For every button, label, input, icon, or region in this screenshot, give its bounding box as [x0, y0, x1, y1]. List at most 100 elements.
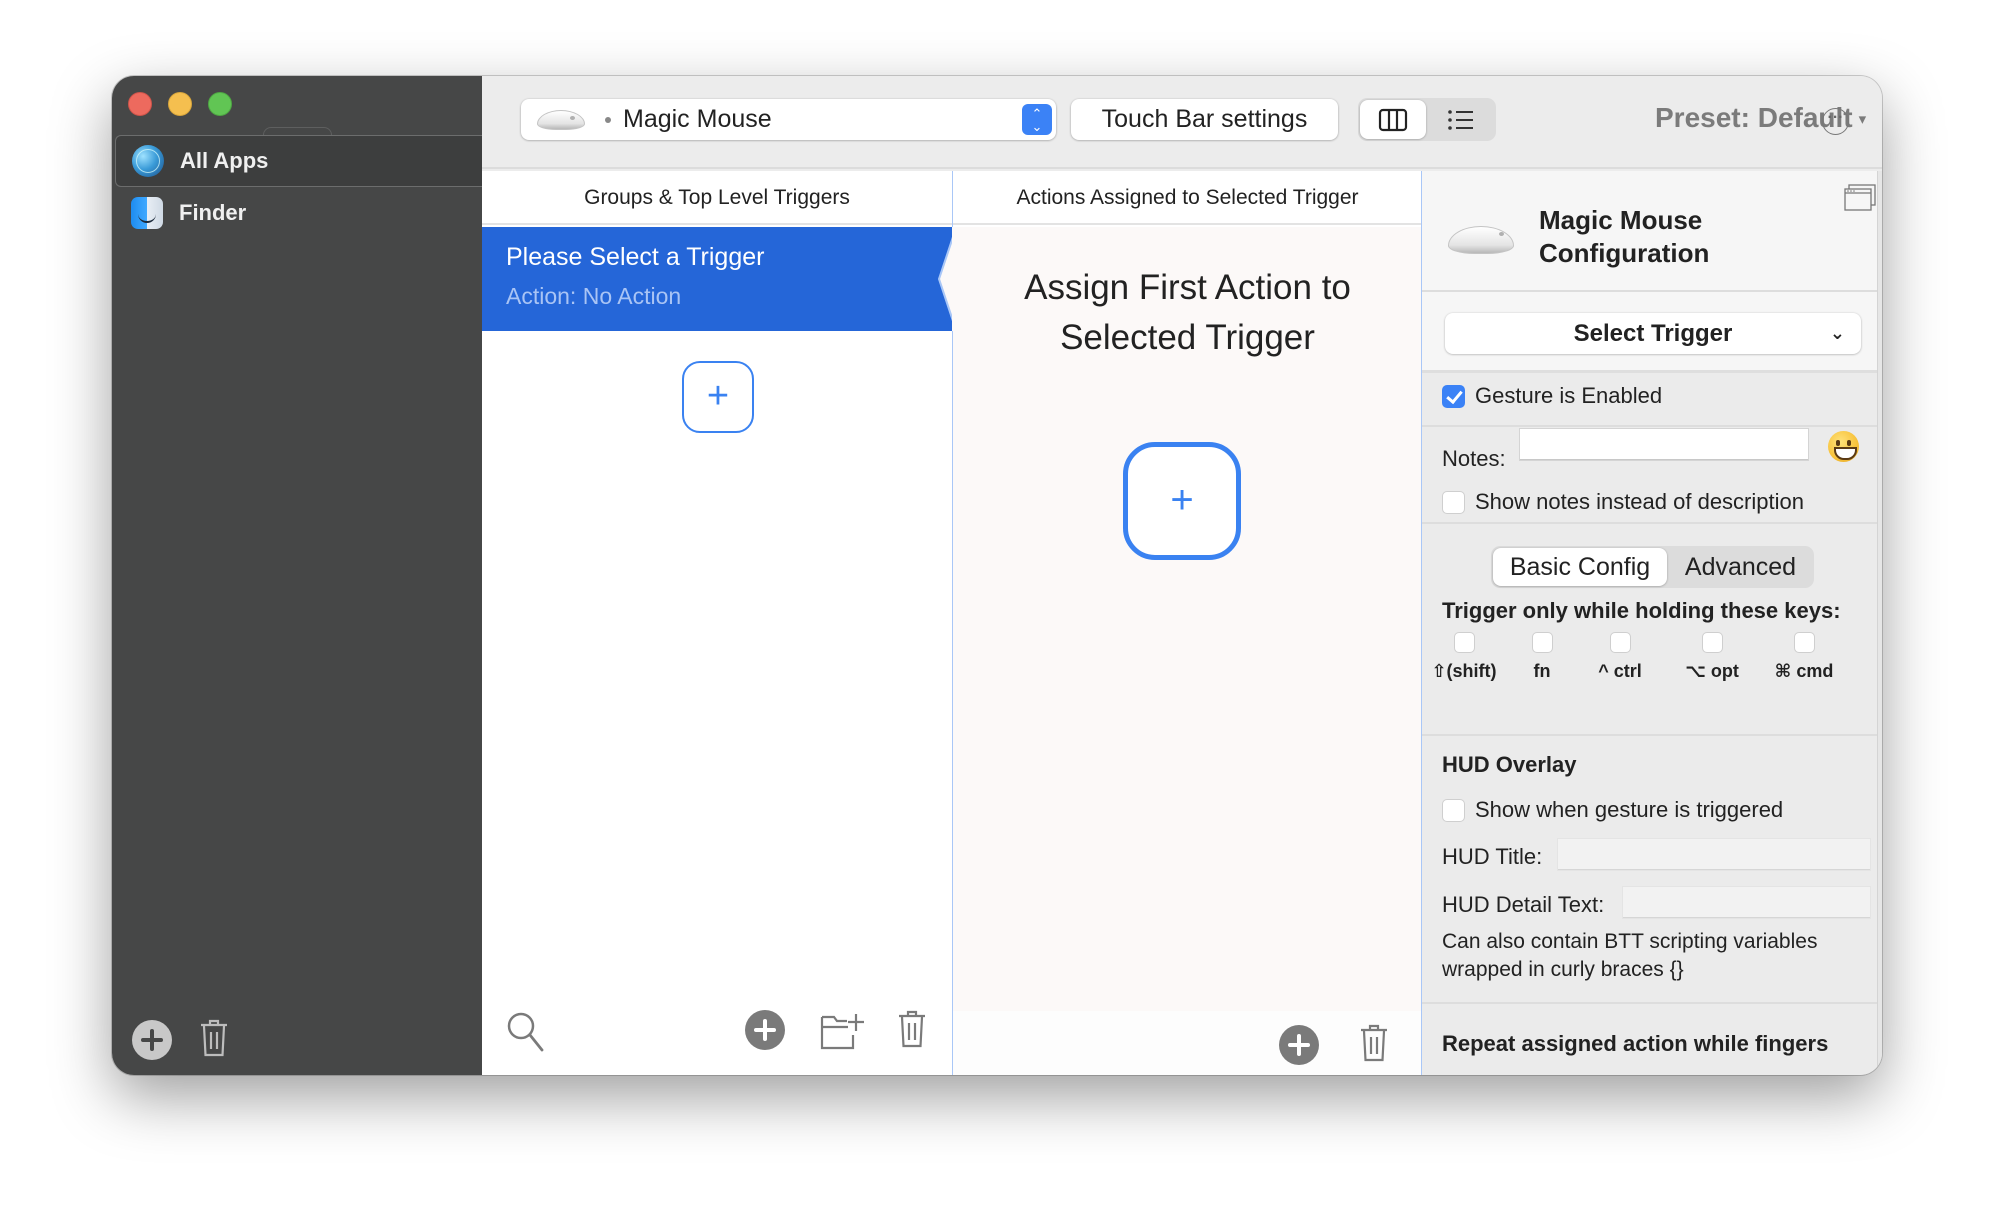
assign-first-action-button[interactable]: + — [1123, 442, 1241, 560]
triggers-column-header: Groups & Top Level Triggers — [482, 171, 952, 225]
gesture-enabled-checkbox[interactable]: Gesture is Enabled — [1442, 383, 1662, 409]
search-icon — [507, 1012, 544, 1052]
delete-trigger-button[interactable] — [897, 1009, 927, 1049]
panel-scrollbar[interactable] — [1877, 171, 1882, 1075]
trigger-list-panel: Groups & Top Level Triggers Please Selec… — [482, 171, 952, 1075]
checkbox-checked[interactable] — [1442, 384, 1465, 408]
modifier-label: ^ ctrl — [1598, 661, 1642, 681]
modifier-label: ⌘ cmd — [1774, 661, 1834, 681]
hud-show-checkbox[interactable]: Show when gesture is triggered — [1442, 797, 1783, 823]
caret-down-icon: ▾ — [1858, 111, 1867, 128]
hud-overlay-heading: HUD Overlay — [1442, 752, 1577, 777]
hud-help-text: Can also contain BTT scripting variables… — [1442, 930, 1818, 981]
hud-title-input[interactable] — [1557, 838, 1871, 871]
assign-prompt-line-1: Assign First Action to — [1024, 268, 1351, 307]
list-view-button[interactable] — [1428, 100, 1494, 139]
notes-input[interactable] — [1519, 428, 1809, 461]
app-window: <<< All Apps Finder Magic Mouse ⌃⌄ Touch… — [112, 76, 1882, 1075]
sidebar-item-finder[interactable]: Finder — [115, 187, 482, 239]
modifier-label: ⌥ opt — [1685, 661, 1739, 681]
checkbox-unchecked[interactable] — [1793, 632, 1815, 653]
add-action-button[interactable] — [1279, 1025, 1319, 1065]
checkbox-unchecked[interactable] — [1701, 632, 1723, 653]
checkbox-unchecked[interactable] — [1442, 490, 1465, 514]
hud-detail-label-text: HUD Detail Text: — [1442, 892, 1605, 917]
selected-trigger-row[interactable]: Please Select a Trigger Action: No Actio… — [482, 227, 952, 331]
assign-first-action-prompt: Assign First Action to Selected Trigger — [953, 263, 1422, 363]
new-folder-button[interactable] — [820, 1009, 866, 1056]
hud-detail-input[interactable] — [1622, 886, 1871, 919]
sidebar-item-label: All Apps — [180, 148, 269, 173]
gesture-enabled-label: Gesture is Enabled — [1475, 383, 1663, 408]
modifier-opt[interactable]: ⌥ opt — [1672, 632, 1752, 682]
trash-icon — [1361, 1024, 1387, 1062]
repeat-action-heading: Repeat assigned action while fingers — [1442, 1031, 1829, 1056]
checkbox-unchecked[interactable] — [1453, 632, 1475, 653]
up-down-chevron-icon[interactable]: ⌃ ⌄ — [1022, 104, 1052, 135]
modifier-label: fn — [1533, 661, 1551, 681]
config-tabs: Basic Config Advanced — [1491, 546, 1814, 588]
add-trigger-button[interactable]: + — [682, 361, 754, 433]
globe-icon — [132, 145, 164, 177]
modifier-shift[interactable]: ⇧(shift) — [1424, 632, 1504, 682]
assign-prompt-line-2: Selected Trigger — [1060, 318, 1315, 357]
config-title: Magic Mouse Configuration — [1539, 204, 1709, 270]
app-sidebar: <<< All Apps Finder — [112, 76, 482, 1075]
touch-bar-settings-button[interactable]: Touch Bar settings — [1071, 99, 1338, 140]
delete-app-button[interactable] — [199, 1018, 229, 1058]
show-notes-label: Show notes instead of description — [1475, 489, 1804, 514]
chevron-down-icon: ⌄ — [1829, 323, 1845, 343]
checkbox-unchecked[interactable] — [1442, 798, 1465, 822]
add-app-button[interactable] — [132, 1020, 172, 1060]
modifier-ctrl[interactable]: ^ ctrl — [1580, 632, 1660, 682]
tab-basic-config[interactable]: Basic Config — [1493, 548, 1667, 586]
trigger-config-panel: Magic Mouse Configuration Select Trigger… — [1421, 171, 1882, 1075]
config-title-line-1: Magic Mouse — [1539, 205, 1703, 235]
columns-icon — [1378, 108, 1408, 131]
modifier-cmd[interactable]: ⌘ cmd — [1764, 632, 1844, 682]
minimize-window-button[interactable] — [168, 92, 192, 116]
sidebar-item-all-apps[interactable]: All Apps — [115, 135, 482, 187]
add-trigger-bottom-button[interactable] — [745, 1010, 785, 1050]
hud-show-label: Show when gesture is triggered — [1475, 797, 1784, 822]
ellipsis-circle-icon[interactable]: ··· — [1822, 108, 1849, 135]
magic-mouse-icon — [537, 109, 585, 130]
emoji-picker-icon[interactable] — [1828, 431, 1859, 462]
actions-bottom-bar — [953, 1011, 1422, 1075]
trash-icon — [899, 1010, 925, 1048]
folder-plus-icon — [820, 1014, 864, 1050]
device-status-dot — [605, 116, 611, 123]
modifier-keys-heading: Trigger only while holding these keys: — [1442, 598, 1841, 623]
finder-icon — [131, 197, 163, 229]
tab-advanced[interactable]: Advanced — [1669, 548, 1812, 586]
delete-action-button[interactable] — [1359, 1023, 1389, 1063]
window-icon — [1844, 184, 1876, 211]
device-select-value: Magic Mouse — [623, 105, 772, 133]
close-window-button[interactable] — [128, 92, 152, 116]
selection-pointer — [937, 227, 955, 331]
select-trigger-dropdown[interactable]: Select Trigger ⌄ — [1445, 313, 1861, 354]
select-trigger-label: Select Trigger — [1573, 320, 1733, 347]
modifier-label: ⇧(shift) — [1431, 661, 1497, 681]
trigger-action-subtitle: Action: No Action — [506, 283, 682, 309]
config-title-line-2: Configuration — [1539, 238, 1710, 268]
checkbox-unchecked[interactable] — [1609, 632, 1631, 653]
view-mode-toggle — [1358, 98, 1496, 141]
zoom-window-button[interactable] — [208, 92, 232, 116]
device-select[interactable]: Magic Mouse ⌃ ⌄ — [521, 99, 1056, 140]
hud-title-label: HUD Title: — [1442, 844, 1542, 870]
trash-icon — [201, 1019, 227, 1057]
modifier-fn[interactable]: fn — [1502, 632, 1582, 682]
search-triggers-button[interactable] — [506, 1011, 546, 1058]
show-notes-checkbox[interactable]: Show notes instead of description — [1442, 489, 1804, 515]
detach-window-button[interactable] — [1844, 184, 1876, 217]
hud-title-label-text: HUD Title: — [1442, 844, 1543, 869]
trigger-title: Please Select a Trigger — [506, 243, 765, 271]
toolbar: Magic Mouse ⌃ ⌄ Touch Bar settings Preset… — [482, 76, 1882, 169]
list-icon — [1448, 109, 1473, 130]
hud-detail-label: HUD Detail Text: — [1442, 892, 1604, 918]
columns-view-button[interactable] — [1360, 100, 1426, 139]
checkbox-unchecked[interactable] — [1531, 632, 1553, 653]
actions-panel: Actions Assigned to Selected Trigger Ass… — [937, 171, 1422, 1075]
actions-column-header: Actions Assigned to Selected Trigger — [953, 171, 1422, 225]
